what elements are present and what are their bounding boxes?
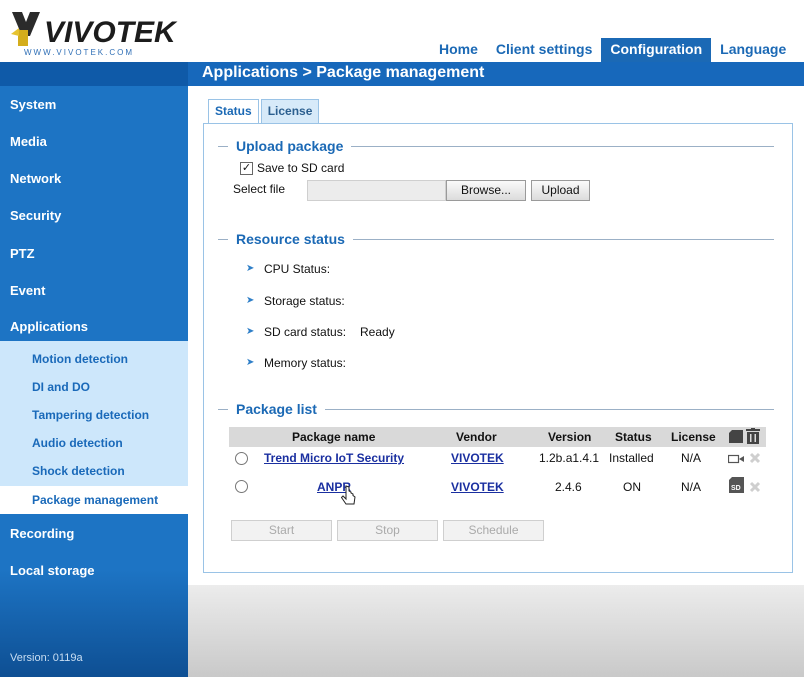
header: VIVOTEK WWW.VIVOTEK.COM Home Client sett…: [0, 0, 804, 62]
cpu-status-label: CPU Status:: [264, 262, 331, 276]
sidebar-item-recording[interactable]: Recording: [10, 526, 74, 541]
storage-expand-icon[interactable]: ➤: [246, 296, 254, 306]
col-version: Version: [548, 430, 592, 444]
package-status: ON: [623, 480, 641, 494]
section-rule: [351, 145, 774, 147]
package-status: Installed: [609, 451, 654, 465]
vivotek-logo: VIVOTEK WWW.VIVOTEK.COM: [8, 8, 183, 58]
svg-text:WWW.VIVOTEK.COM: WWW.VIVOTEK.COM: [24, 48, 134, 57]
sidebar-sub-di-do[interactable]: DI and DO: [32, 380, 90, 394]
package-version: 1.2b.a1.4.1: [539, 451, 600, 465]
sd-card-icon[interactable]: SD: [729, 477, 744, 496]
tab-status[interactable]: Status: [208, 99, 259, 123]
sidebar-item-local-storage[interactable]: Local storage: [10, 563, 95, 578]
sidebar-item-system[interactable]: System: [10, 97, 56, 112]
resource-section-header: Resource status: [218, 231, 774, 247]
mouse-pointer-icon: [340, 485, 357, 507]
sidebar-sub-package-management[interactable]: Package management: [0, 486, 188, 514]
package-name-link[interactable]: Trend Micro IoT Security: [264, 451, 404, 465]
nav-language[interactable]: Language: [711, 38, 795, 62]
upload-section-title: Upload package: [236, 138, 344, 154]
save-to-sd-checkbox[interactable]: ✓: [240, 162, 253, 175]
col-vendor: Vendor: [456, 430, 497, 444]
sidebar-item-media[interactable]: Media: [10, 134, 47, 149]
sidebar-item-network[interactable]: Network: [10, 171, 61, 186]
svg-text:SD: SD: [731, 485, 741, 492]
save-to-sd-label: Save to SD card: [257, 161, 345, 175]
page-footer-band: [188, 585, 804, 677]
sidebar-sub-tampering-detection[interactable]: Tampering detection: [32, 408, 149, 422]
file-path-input[interactable]: [307, 180, 446, 201]
memory-expand-icon[interactable]: ➤: [246, 358, 254, 368]
section-rule: [352, 238, 774, 240]
sd-card-expand-icon[interactable]: ➤: [246, 327, 254, 337]
stop-button[interactable]: Stop: [337, 520, 438, 541]
package-license: N/A: [681, 451, 702, 465]
sidebar-item-security[interactable]: Security: [10, 208, 61, 223]
col-package-name: Package name: [292, 430, 376, 444]
tab-bar: Status License: [208, 99, 321, 123]
sidebar-item-applications[interactable]: Applications: [10, 319, 88, 334]
storage-status-label: Storage status:: [264, 294, 345, 308]
sidebar-sub-shock-detection[interactable]: Shock detection: [32, 464, 125, 478]
col-status: Status: [615, 430, 652, 444]
sidebar-item-ptz[interactable]: PTZ: [10, 246, 35, 261]
tab-license[interactable]: License: [260, 99, 320, 123]
vendor-link[interactable]: VIVOTEK: [451, 480, 504, 494]
sd-card-status-label: SD card status:: [264, 325, 347, 339]
svg-text:VIVOTEK: VIVOTEK: [44, 16, 178, 49]
sidebar-sub-audio-detection[interactable]: Audio detection: [32, 436, 123, 450]
package-version: 2.4.6: [555, 480, 582, 494]
section-rule: [324, 408, 774, 410]
delete-icon[interactable]: [749, 452, 761, 467]
package-select-radio[interactable]: [235, 452, 248, 465]
section-dash: [218, 238, 228, 240]
resource-section-title: Resource status: [236, 231, 345, 247]
select-file-label: Select file: [233, 182, 286, 196]
package-select-radio[interactable]: [235, 480, 248, 493]
start-button[interactable]: Start: [231, 520, 332, 541]
sidebar-item-event[interactable]: Event: [10, 283, 45, 298]
breadcrumb-strip: [0, 62, 188, 86]
sd-card-column-icon: [729, 430, 743, 446]
delete-icon[interactable]: [749, 481, 761, 496]
sd-card-status-value: Ready: [360, 325, 395, 339]
package-section-title: Package list: [236, 401, 317, 417]
cpu-expand-icon[interactable]: ➤: [246, 264, 254, 274]
memory-status-label: Memory status:: [264, 356, 347, 370]
sidebar-sub-motion-detection[interactable]: Motion detection: [32, 352, 128, 366]
breadcrumb-bar: Applications > Package management: [0, 62, 804, 86]
browse-button[interactable]: Browse...: [446, 180, 526, 201]
section-dash: [218, 408, 228, 410]
package-license: N/A: [681, 480, 702, 494]
breadcrumb: Applications > Package management: [202, 64, 485, 81]
nav-home[interactable]: Home: [430, 38, 487, 62]
schedule-button[interactable]: Schedule: [443, 520, 544, 541]
firmware-version: Version: 0119a: [10, 652, 83, 664]
vendor-link[interactable]: VIVOTEK: [451, 451, 504, 465]
upload-section-header: Upload package: [218, 138, 774, 154]
nav-client-settings[interactable]: Client settings: [487, 38, 601, 62]
section-dash: [218, 145, 228, 147]
top-nav: Home Client settings Configuration Langu…: [430, 38, 795, 62]
camera-icon[interactable]: [727, 453, 744, 467]
nav-configuration[interactable]: Configuration: [601, 38, 712, 62]
upload-button[interactable]: Upload: [531, 180, 590, 201]
package-section-header: Package list: [218, 401, 774, 417]
col-license: License: [671, 430, 716, 444]
trash-icon: [746, 428, 760, 447]
